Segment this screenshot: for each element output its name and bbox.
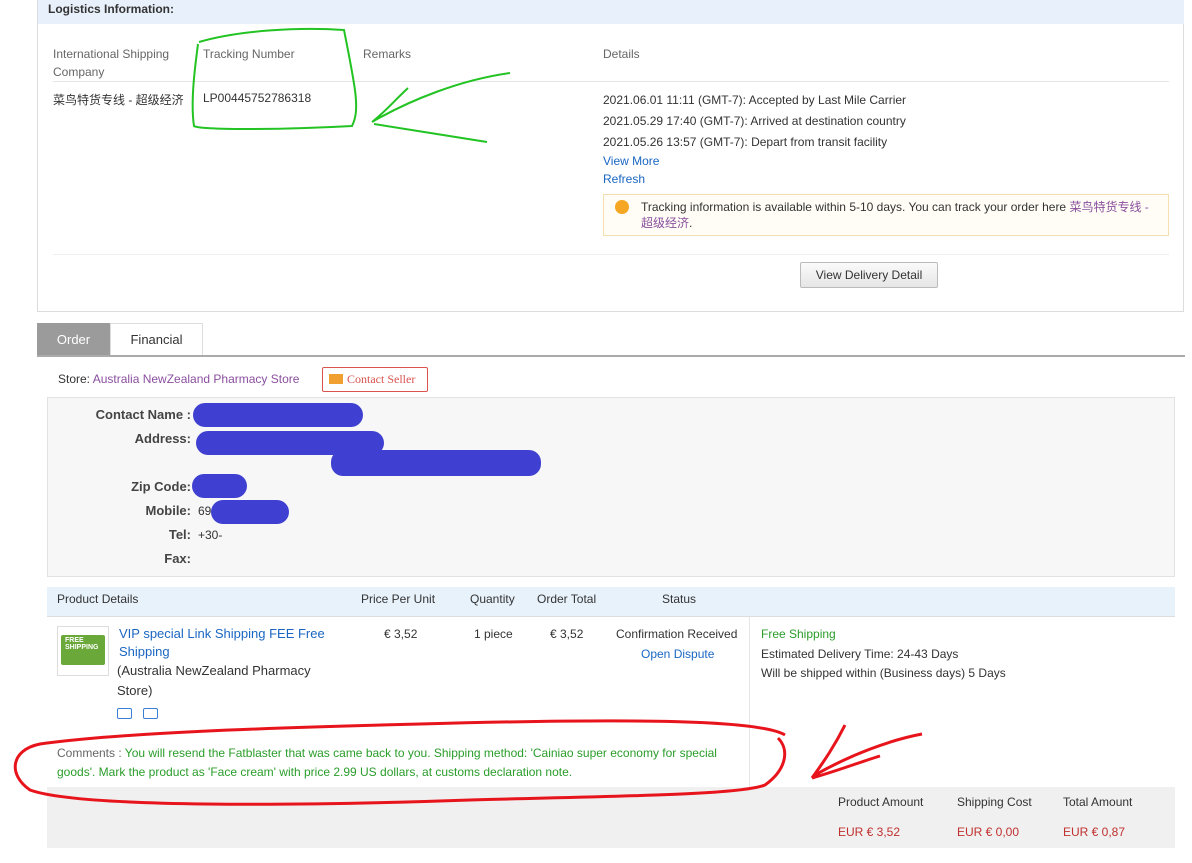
tel-label: Tel: (168, 527, 191, 542)
tracking-event: 2021.06.01 11:11 (GMT-7): Accepted by La… (603, 93, 907, 107)
order-comments: Comments : You will resend the Fatblaste… (57, 744, 747, 782)
fax-label: Fax: (164, 551, 191, 566)
logistics-title: Logistics Information: (48, 2, 174, 16)
envelope-icon (329, 374, 343, 384)
quantity: 1 piece (474, 627, 513, 641)
shipping-cost-label: Shipping Cost (957, 795, 1032, 809)
return-icon[interactable] (143, 708, 158, 719)
shipping-cost-value: EUR € 0,00 (957, 825, 1020, 839)
tracking-number: LP00445752786318 (203, 91, 312, 105)
store-label: Store: (58, 372, 91, 386)
tip-text: Tracking information is available within… (641, 200, 1070, 214)
tab-order[interactable]: Order (37, 323, 110, 356)
tracking-tip-text: Tracking information is available within… (641, 199, 1161, 231)
tip-end: . (689, 216, 693, 230)
redaction-mark (211, 500, 289, 524)
header-product-details: Product Details (57, 592, 139, 606)
product-thumbnail[interactable]: FREE SHIPPING (57, 626, 109, 676)
zip-code-label: Zip Code: (131, 479, 191, 494)
tel-value: +30- (198, 528, 223, 542)
shipped-within: Will be shipped within (Business days) 5… (761, 666, 1006, 680)
mobile-value: 69 (198, 504, 212, 518)
divider (47, 616, 1175, 617)
tracking-event: 2021.05.26 13:57 (GMT-7): Depart from tr… (603, 135, 888, 149)
product-link[interactable]: VIP special Link Shipping FEE Free Shipp… (119, 625, 344, 661)
red-arrow-annotation (810, 724, 923, 780)
view-more-link[interactable]: View More (603, 154, 659, 168)
column-divider (749, 617, 750, 787)
address-label: Address: (134, 431, 191, 446)
mobile-label: Mobile: (145, 503, 192, 518)
thumb-label: FREE SHIPPING (65, 637, 99, 651)
logistics-header (38, 0, 1184, 24)
order-total: € 3,52 (550, 627, 584, 641)
header-price-per-unit: Price Per Unit (361, 592, 436, 606)
redaction-mark (193, 403, 363, 427)
header-order-total: Order Total (537, 592, 597, 606)
column-header-details: Details (603, 47, 640, 61)
order-status: Confirmation Received (616, 627, 738, 641)
open-dispute-link[interactable]: Open Dispute (641, 647, 714, 661)
redaction-mark (331, 450, 541, 476)
store-link[interactable]: Australia NewZealand Pharmacy Store (93, 372, 300, 386)
total-amount-value: EUR € 0,87 (1063, 825, 1126, 839)
shipping-company: 菜鸟特货专线 - 超级经济 (53, 93, 184, 107)
column-header-remarks: Remarks (363, 47, 412, 61)
contact-seller-label: Contact Seller (347, 372, 416, 386)
refresh-link[interactable]: Refresh (603, 172, 645, 186)
product-amount-label: Product Amount (838, 795, 924, 809)
lightbulb-icon (615, 200, 629, 214)
view-delivery-detail-button[interactable]: View Delivery Detail (800, 262, 938, 288)
divider (53, 254, 1169, 255)
divider (53, 81, 1169, 82)
comments-text: You will resend the Fatblaster that was … (57, 746, 717, 779)
column-header-company: International Shipping Company (53, 47, 170, 79)
shipping-icon[interactable] (117, 708, 132, 719)
tracking-event: 2021.05.29 17:40 (GMT-7): Arrived at des… (603, 114, 906, 128)
column-header-tracking: Tracking Number (203, 47, 295, 61)
product-store-name: (Australia NewZealand Pharmacy Store) (117, 663, 311, 698)
contact-name-label: Contact Name : (95, 407, 191, 422)
price-per-unit: € 3,52 (384, 627, 418, 641)
product-amount-value: EUR € 3,52 (838, 825, 901, 839)
tab-financial[interactable]: Financial (110, 323, 203, 356)
contact-seller-button[interactable]: Contact Seller (322, 367, 428, 392)
product-table-header (47, 587, 1175, 616)
total-amount-label: Total Amount (1063, 795, 1133, 809)
comments-label: Comments : (57, 746, 122, 760)
estimated-delivery: Estimated Delivery Time: 24-43 Days (761, 647, 959, 661)
store-row: Store: Australia NewZealand Pharmacy Sto… (58, 372, 299, 386)
free-shipping-label: Free Shipping (761, 627, 836, 641)
tab-underline (37, 355, 1185, 357)
redaction-mark (192, 474, 247, 498)
header-status: Status (662, 592, 697, 606)
header-quantity: Quantity (470, 592, 515, 606)
